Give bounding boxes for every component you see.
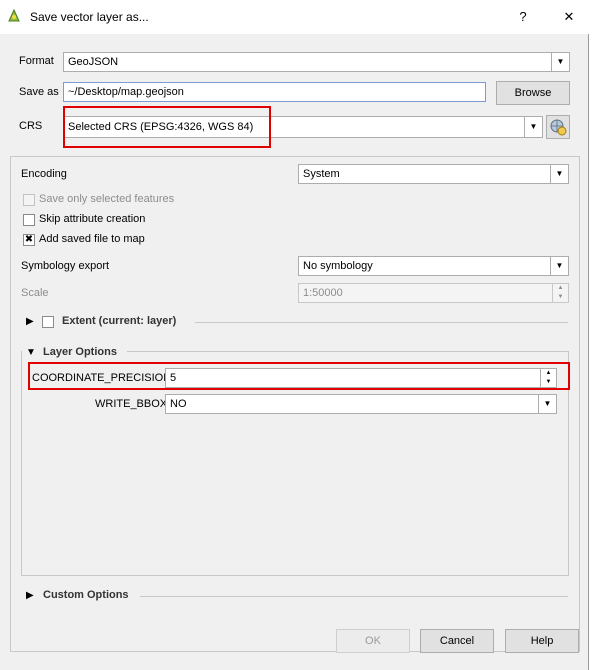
window-title: Save vector layer as... — [30, 10, 149, 24]
extent-checkbox[interactable] — [42, 316, 54, 328]
write-bbox-label: WRITE_BBOX — [95, 398, 168, 410]
write-bbox-value: NO — [170, 398, 187, 410]
coordinate-precision-highlight-box — [28, 362, 570, 390]
add-to-map-checkbox[interactable]: ✖ — [23, 234, 35, 246]
checkmark-icon: ✖ — [24, 234, 34, 245]
format-value: GeoJSON — [68, 56, 119, 68]
extent-label[interactable]: Extent (current: layer) — [62, 315, 176, 327]
encoding-value: System — [303, 168, 340, 180]
chevron-down-icon: ▼ — [551, 53, 569, 71]
save-selected-label: Save only selected features — [39, 193, 175, 205]
qgis-icon — [8, 8, 20, 22]
skip-attribute-label: Skip attribute creation — [39, 213, 146, 225]
chevron-down-icon: ▼ — [550, 165, 568, 183]
browse-button[interactable]: Browse — [496, 81, 570, 105]
spin-buttons-icon[interactable]: ▲ ▼ — [552, 284, 568, 302]
scale-label: Scale — [21, 287, 49, 299]
save-as-input[interactable]: ~/Desktop/map.geojson — [63, 82, 486, 102]
chevron-down-icon: ▼ — [524, 117, 542, 137]
extent-divider — [195, 322, 568, 323]
layer-options-divider — [127, 351, 569, 352]
save-as-label: Save as — [19, 86, 59, 98]
crs-highlight-box — [63, 106, 271, 148]
expand-triangle-icon[interactable]: ▶ — [26, 590, 34, 601]
skip-attribute-checkbox[interactable] — [23, 214, 35, 226]
scale-value: 1:50000 — [303, 287, 343, 299]
close-icon[interactable]: ✕ — [556, 6, 582, 28]
chevron-down-icon: ▼ — [550, 257, 568, 275]
format-label: Format — [19, 55, 54, 67]
expand-triangle-icon[interactable]: ▶ — [26, 316, 34, 327]
symbology-value: No symbology — [303, 260, 373, 272]
encoding-select[interactable]: System ▼ — [298, 164, 569, 184]
crs-globe-icon — [550, 119, 567, 136]
symbology-label: Symbology export — [21, 260, 110, 272]
ok-button[interactable]: OK — [336, 629, 410, 653]
symbology-select[interactable]: No symbology ▼ — [298, 256, 569, 276]
scale-spinbox[interactable]: 1:50000 ▲ ▼ — [298, 283, 569, 303]
custom-options-divider — [140, 596, 568, 597]
help-title-button[interactable]: ? — [510, 6, 536, 28]
save-selected-checkbox[interactable] — [23, 194, 35, 206]
crs-selector-button[interactable] — [546, 115, 570, 139]
write-bbox-select[interactable]: NO ▼ — [165, 394, 557, 414]
help-button[interactable]: Help — [505, 629, 579, 653]
title-bar: Save vector layer as... ? ✕ — [0, 0, 594, 34]
chevron-down-icon: ▼ — [538, 395, 556, 413]
crs-label: CRS — [19, 120, 43, 132]
encoding-label: Encoding — [21, 168, 67, 180]
custom-options-label[interactable]: Custom Options — [43, 589, 129, 601]
cancel-button[interactable]: Cancel — [420, 629, 494, 653]
add-to-map-label: Add saved file to map — [39, 233, 145, 245]
dialog-body: Format GeoJSON ▼ Save as ~/Desktop/map.g… — [0, 34, 589, 670]
format-select[interactable]: GeoJSON ▼ — [63, 52, 570, 72]
